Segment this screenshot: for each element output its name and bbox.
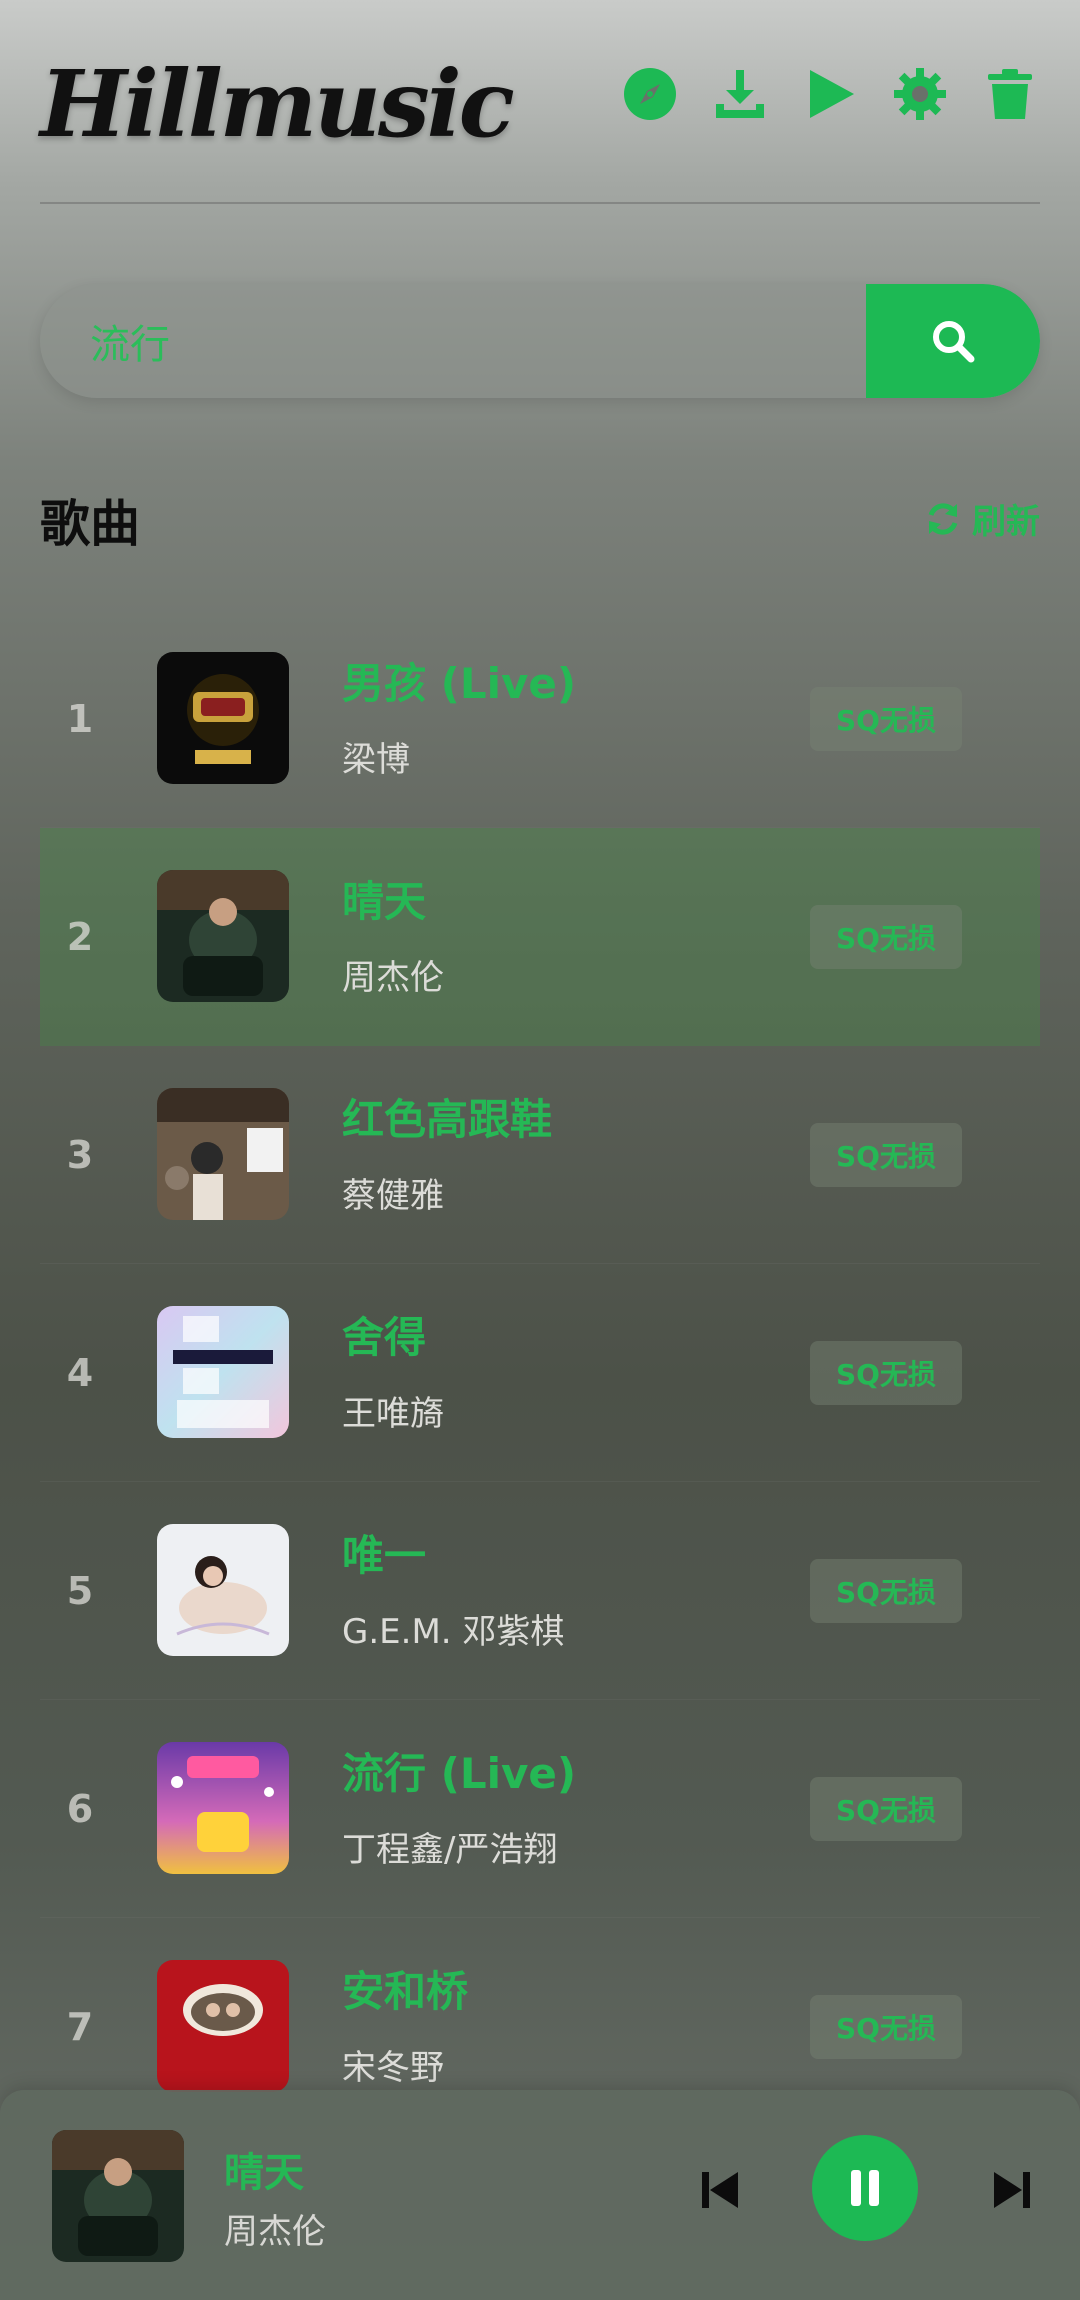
song-title: 安和桥 (342, 1967, 469, 2016)
refresh-icon (928, 502, 958, 535)
refresh-label: 刷新 (972, 502, 1040, 542)
song-title: 唯一 (342, 1531, 427, 1580)
search-input[interactable] (90, 284, 850, 398)
album-cover (157, 1088, 289, 1220)
search-button[interactable] (866, 284, 1040, 398)
song-row[interactable]: 4 舍得 王唯旖 SQ无损 (40, 1264, 1040, 1482)
song-row[interactable]: 3 红色高跟鞋 蔡健雅 SQ无损 (40, 1046, 1040, 1264)
now-playing-bar[interactable]: 晴天 周杰伦 (0, 2090, 1080, 2300)
toolbar (620, 64, 1040, 124)
quality-badge: SQ无损 (810, 1341, 962, 1405)
app-header: Hillmusic (40, 40, 1040, 200)
search-icon (933, 321, 975, 363)
gear-icon (894, 68, 946, 120)
discover-icon (624, 68, 676, 120)
song-list: 1 男孩 (Live) 梁博 SQ无损 2 晴天 周杰伦 SQ无损 3 红色高跟… (40, 610, 1040, 2136)
song-artist: 蔡健雅 (342, 1176, 444, 1216)
song-title: 红色高跟鞋 (342, 1095, 553, 1144)
settings-button[interactable] (890, 64, 950, 124)
album-cover (157, 870, 289, 1002)
song-number: 5 (66, 1569, 94, 1613)
album-cover (157, 1960, 289, 2092)
song-number: 1 (66, 697, 94, 741)
quality-badge: SQ无损 (810, 1995, 962, 2059)
album-cover (157, 1742, 289, 1874)
song-title: 晴天 (342, 877, 427, 926)
song-row[interactable]: 1 男孩 (Live) 梁博 SQ无损 (40, 610, 1040, 828)
next-button[interactable] (982, 2160, 1042, 2220)
previous-button[interactable] (690, 2160, 750, 2220)
pause-icon (851, 2170, 879, 2206)
download-icon (716, 70, 764, 118)
song-artist: 梁博 (342, 740, 410, 780)
discover-button[interactable] (620, 64, 680, 124)
song-title: 舍得 (342, 1313, 427, 1362)
album-cover (157, 652, 289, 784)
header-divider (40, 202, 1040, 204)
trash-icon (988, 69, 1032, 119)
song-artist: 周杰伦 (342, 958, 444, 998)
song-row[interactable]: 2 晴天 周杰伦 SQ无损 (40, 828, 1040, 1046)
song-number: 4 (66, 1351, 94, 1395)
skip-previous-icon (702, 2172, 738, 2208)
quality-badge: SQ无损 (810, 687, 962, 751)
song-title: 男孩 (Live) (342, 659, 577, 708)
clear-button[interactable] (980, 64, 1040, 124)
now-playing-title: 晴天 (224, 2150, 304, 2196)
song-artist: 宋冬野 (342, 2048, 444, 2088)
refresh-button[interactable]: 刷新 (924, 494, 1040, 543)
song-number: 6 (66, 1787, 94, 1831)
quality-badge: SQ无损 (810, 905, 962, 969)
song-artist: G.E.M. 邓紫棋 (342, 1612, 565, 1652)
album-cover (157, 1524, 289, 1656)
quality-badge: SQ无损 (810, 1559, 962, 1623)
song-row[interactable]: 5 唯一 G.E.M. 邓紫棋 SQ无损 (40, 1482, 1040, 1700)
download-button[interactable] (710, 64, 770, 124)
song-title: 流行 (Live) (342, 1749, 577, 1798)
skip-next-icon (994, 2172, 1030, 2208)
play-all-button[interactable] (800, 64, 860, 124)
section-title: 歌曲 (40, 495, 140, 553)
song-number: 3 (66, 1133, 94, 1177)
play-icon (810, 70, 854, 118)
song-number: 2 (66, 915, 94, 959)
album-cover (157, 1306, 289, 1438)
quality-badge: SQ无损 (810, 1777, 962, 1841)
now-playing-artist: 周杰伦 (224, 2212, 326, 2252)
quality-badge: SQ无损 (810, 1123, 962, 1187)
song-artist: 王唯旖 (342, 1394, 444, 1434)
play-pause-button[interactable] (812, 2135, 918, 2241)
now-playing-cover (52, 2130, 184, 2262)
song-row[interactable]: 6 流行 (Live) 丁程鑫/严浩翔 SQ无损 (40, 1700, 1040, 1918)
song-artist: 丁程鑫/严浩翔 (342, 1830, 558, 1870)
app-logo: Hillmusic (40, 50, 515, 158)
search-bar (40, 284, 1040, 398)
